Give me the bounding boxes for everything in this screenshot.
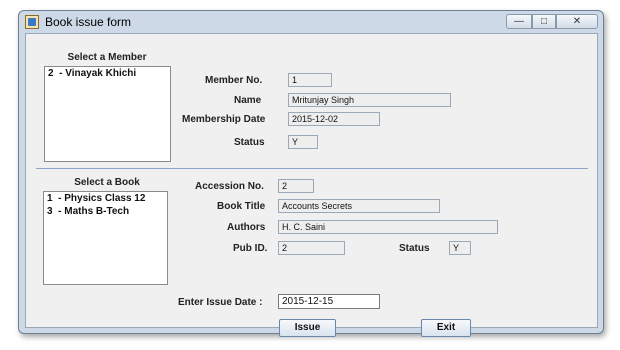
book-list-item[interactable]: 1 - Physics Class 12: [44, 192, 167, 205]
member-status-field[interactable]: Y: [288, 135, 318, 149]
member-list-heading: Select a Member: [67, 52, 147, 63]
issue-button[interactable]: Issue: [279, 319, 336, 337]
accession-no-label: Accession No.: [195, 181, 264, 192]
form-content: Select a Member 2 - Vinayak Khichi Membe…: [25, 33, 598, 337]
membership-date-field[interactable]: 2015-12-02: [288, 112, 380, 126]
member-list[interactable]: 2 - Vinayak Khichi: [44, 66, 171, 162]
book-id: 3: [47, 206, 53, 217]
member-status-label: Status: [234, 137, 265, 148]
minimize-icon: —: [514, 16, 524, 27]
book-status-label: Status: [399, 243, 430, 254]
pub-id-label: Pub ID.: [233, 243, 268, 254]
membership-date-label: Membership Date: [182, 114, 266, 125]
name-field[interactable]: Mritunjay Singh: [288, 93, 451, 107]
maximize-button[interactable]: □: [532, 14, 556, 29]
member-no-label: Member No.: [205, 75, 263, 86]
book-list-item[interactable]: 3 - Maths B-Tech: [44, 205, 167, 218]
book-title-label: Book Title: [217, 201, 266, 212]
window-title: Book issue form: [45, 15, 132, 29]
name-label: Name: [234, 95, 262, 106]
section-separator: [36, 168, 588, 169]
book-name: - Physics Class 12: [58, 193, 146, 204]
book-issue-window: Book issue form — □ ✕ Select a Member 2 …: [18, 10, 604, 337]
book-list[interactable]: 1 - Physics Class 12 3 - Maths B-Tech: [43, 191, 168, 285]
member-id: 2: [48, 68, 54, 79]
pub-id-field[interactable]: 2: [278, 241, 345, 255]
app-icon: [25, 15, 39, 29]
authors-label: Authors: [227, 222, 266, 233]
minimize-button[interactable]: —: [506, 14, 532, 29]
authors-field[interactable]: H. C. Saini: [278, 220, 498, 234]
book-name: - Maths B-Tech: [58, 206, 130, 217]
title-bar[interactable]: Book issue form — □ ✕: [19, 11, 603, 33]
member-list-item[interactable]: 2 - Vinayak Khichi: [45, 67, 170, 80]
exit-button[interactable]: Exit: [421, 319, 471, 337]
book-title-field[interactable]: Accounts Secrets: [278, 199, 440, 213]
close-button[interactable]: ✕: [556, 14, 598, 29]
close-icon: ✕: [572, 16, 582, 27]
book-status-field[interactable]: Y: [449, 241, 471, 255]
book-id: 1: [47, 193, 53, 204]
accession-no-field[interactable]: 2: [278, 179, 314, 193]
member-name: - Vinayak Khichi: [59, 68, 137, 79]
member-no-field[interactable]: 1: [288, 73, 332, 87]
maximize-icon: □: [540, 16, 548, 27]
issue-date-label: Enter Issue Date :: [178, 297, 263, 308]
book-list-heading: Select a Book: [74, 177, 140, 188]
issue-date-input[interactable]: 2015-12-15: [278, 294, 380, 309]
